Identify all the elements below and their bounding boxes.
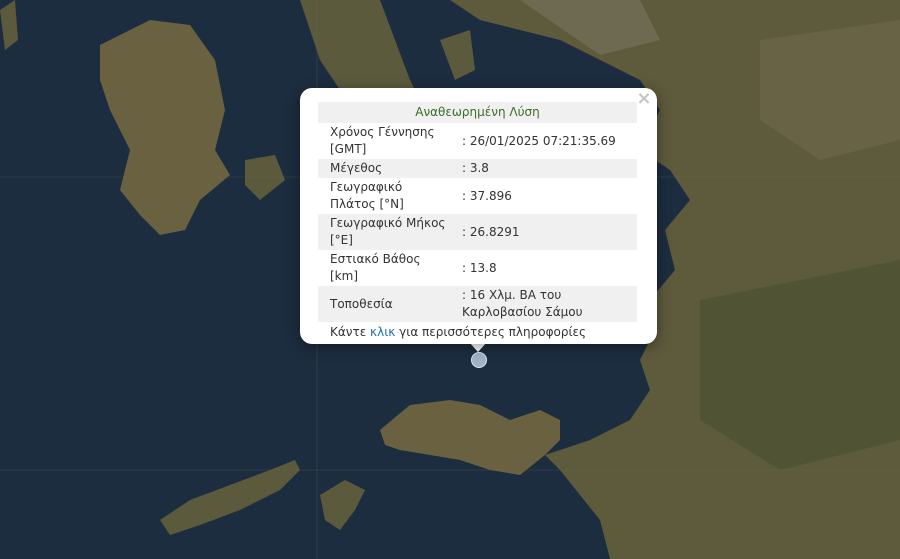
popup-title-row: Αναθεωρημένη Λύση bbox=[318, 102, 637, 123]
row-value: : 16 Χλμ. ΒΑ του Καρλοβασίου Σάμου bbox=[448, 286, 637, 322]
table-row: Τοποθεσία : 16 Χλμ. ΒΑ του Καρλοβασίου Σ… bbox=[318, 286, 637, 322]
row-value: : 37.896 bbox=[462, 188, 512, 203]
row-label: Χρόνος Γέννησης [GMT] bbox=[330, 125, 435, 156]
more-info-footer: Κάντε κλικ για περισσότερες πληροφορίες bbox=[318, 322, 637, 339]
close-icon[interactable]: × bbox=[635, 90, 653, 108]
row-value: : 26.8291 bbox=[448, 214, 637, 250]
footer-text-pre: Κάντε bbox=[330, 325, 367, 339]
row-label: Τοποθεσία bbox=[318, 286, 448, 322]
row-label: Γεωγραφικό Πλάτος [°N] bbox=[330, 180, 404, 211]
table-row: Μέγεθος : 3.8 bbox=[318, 159, 637, 178]
popup-title: Αναθεωρημένη Λύση bbox=[318, 102, 637, 123]
table-row: Γεωγραφικό Πλάτος [°N] : 37.896 bbox=[318, 178, 637, 214]
table-row: Εστιακό Βάθος [km] : 13.8 bbox=[318, 250, 637, 286]
footer-text-post: για περισσότερες πληροφορίες bbox=[399, 325, 587, 339]
table-row: Γεωγραφικό Μήκος [°E] : 26.8291 bbox=[318, 214, 637, 250]
earthquake-info-popup: × Αναθεωρημένη Λύση Χρόνος Γέννησης [GMT… bbox=[300, 88, 657, 344]
more-info-link[interactable]: κλικ bbox=[370, 325, 395, 339]
row-label: Εστιακό Βάθος [km] bbox=[330, 252, 421, 283]
table-row: Χρόνος Γέννησης [GMT] : 26/01/2025 07:21… bbox=[318, 123, 637, 159]
earthquake-info-table: Αναθεωρημένη Λύση Χρόνος Γέννησης [GMT] … bbox=[318, 102, 637, 322]
row-value: : 13.8 bbox=[462, 260, 497, 275]
epicenter-marker-icon[interactable] bbox=[471, 352, 487, 368]
row-label: Γεωγραφικό Μήκος [°E] bbox=[318, 214, 448, 250]
row-value: : 3.8 bbox=[448, 159, 637, 178]
row-value: : 26/01/2025 07:21:35.69 bbox=[462, 133, 616, 148]
row-label: Μέγεθος bbox=[318, 159, 448, 178]
